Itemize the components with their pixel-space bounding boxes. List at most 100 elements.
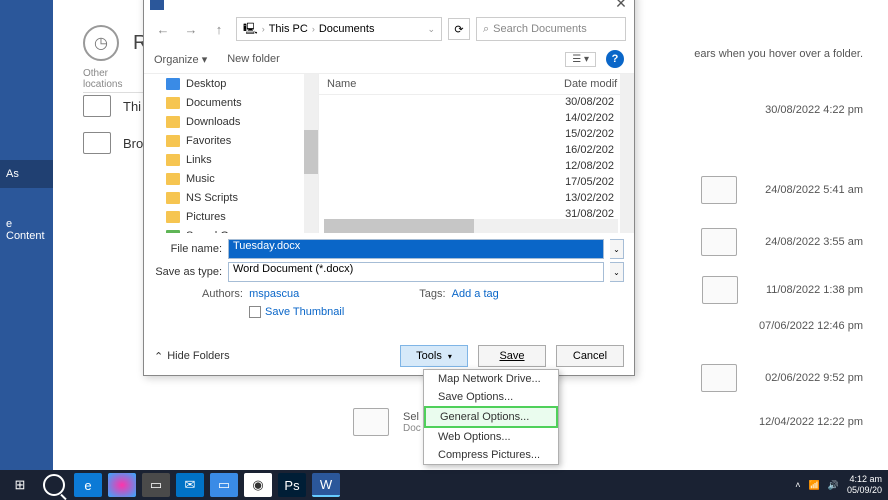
other-locations-label: Other locations xyxy=(83,68,143,93)
doc-icon xyxy=(353,408,389,436)
taskbar-clock[interactable]: 4:12 am 05/09/20 xyxy=(847,474,882,496)
hide-folders-button[interactable]: ⌃Hide Folders xyxy=(154,350,230,363)
nav-save-as[interactable]: As xyxy=(0,160,53,188)
file-list[interactable]: Name Date modif 30/08/202 14/02/202 15/0… xyxy=(319,74,634,233)
menu-general-options[interactable]: General Options... xyxy=(424,406,558,428)
location-label: Thi xyxy=(123,99,141,114)
taskbar: ⊞ e ▭ ✉ ▭ ◉ Ps W ˄ 📶 🔊 4:12 am 05/09/20 xyxy=(0,470,888,500)
recent-file[interactable]: 30/08/2022 4:22 pm xyxy=(765,104,863,116)
tree-item[interactable]: Favorites xyxy=(144,131,318,150)
list-row[interactable]: 13/02/202 xyxy=(319,191,634,207)
search-icon xyxy=(43,474,65,496)
tree-item[interactable]: Music xyxy=(144,169,318,188)
edge-icon[interactable]: e xyxy=(74,473,102,497)
tray-chevron-icon[interactable]: ˄ xyxy=(795,480,800,490)
explorer-icon[interactable]: ▭ xyxy=(142,473,170,497)
v-scrollbar[interactable] xyxy=(620,74,634,233)
nav-fwd[interactable]: → xyxy=(180,18,202,40)
tree-item[interactable]: Saved Games xyxy=(144,226,318,233)
help-button[interactable]: ? xyxy=(606,50,624,68)
tree-item[interactable]: Pictures xyxy=(144,207,318,226)
tree-scroll-thumb[interactable] xyxy=(304,130,318,174)
h-scrollbar[interactable] xyxy=(324,219,618,233)
view-button[interactable]: ☰ ▾ xyxy=(565,52,596,67)
recent-file[interactable]: 11/08/2022 1:38 pm xyxy=(702,276,863,304)
breadcrumb-segment[interactable]: This PC xyxy=(269,23,308,35)
nav-content[interactable]: e Content xyxy=(0,210,53,250)
nav-back[interactable]: ← xyxy=(152,18,174,40)
list-row[interactable]: 17/05/202 xyxy=(319,175,634,191)
folder-tree[interactable]: Desktop Documents Downloads Favorites Li… xyxy=(144,74,319,233)
organize-button[interactable]: Organize ▾ xyxy=(154,53,207,66)
authors-label: Authors: xyxy=(202,288,243,300)
tree-item[interactable]: Links xyxy=(144,150,318,169)
chevron-down-icon[interactable]: ⌄ xyxy=(427,24,435,35)
save-thumbnail-checkbox[interactable] xyxy=(249,306,261,318)
pc-icon: 🖳 xyxy=(243,20,258,39)
breadcrumb-segment[interactable]: Documents xyxy=(319,23,375,35)
start-button[interactable]: ⊞ xyxy=(6,473,34,497)
pc-icon xyxy=(83,95,111,117)
save-as-dialog: ✕ ← → ↑ 🖳 › This PC › Documents ⌄ ⟳ ⌕ Se… xyxy=(143,0,635,376)
doc-icon xyxy=(702,276,738,304)
word-icon[interactable]: W xyxy=(312,473,340,497)
menu-map-network[interactable]: Map Network Drive... xyxy=(424,370,558,388)
recent-file[interactable]: 07/06/2022 12:46 pm xyxy=(759,320,863,332)
list-row[interactable]: 16/02/202 xyxy=(319,143,634,159)
col-date[interactable]: Date modif xyxy=(564,78,626,90)
menu-save-options[interactable]: Save Options... xyxy=(424,388,558,406)
menu-web-options[interactable]: Web Options... xyxy=(424,428,558,446)
recent-file[interactable]: 24/08/2022 5:41 am xyxy=(701,176,863,204)
app-icon[interactable] xyxy=(108,473,136,497)
location-label: Bro xyxy=(123,136,143,151)
clock-icon: ◷ xyxy=(83,25,119,61)
chrome-icon[interactable]: ◉ xyxy=(244,473,272,497)
hover-tooltip-text: ears when you hover over a folder. xyxy=(694,48,863,60)
chevron-up-icon: ⌃ xyxy=(154,350,163,363)
list-row[interactable]: 15/02/202 xyxy=(319,127,634,143)
tags-value[interactable]: Add a tag xyxy=(452,288,499,300)
search-taskbar[interactable] xyxy=(40,473,68,497)
tools-button[interactable]: Tools xyxy=(400,345,468,367)
recent-file[interactable]: 02/06/2022 9:52 pm xyxy=(701,364,863,392)
filename-dropdown[interactable]: ⌄ xyxy=(610,239,624,259)
menu-compress-pictures[interactable]: Compress Pictures... xyxy=(424,446,558,464)
volume-icon[interactable]: 🔊 xyxy=(828,480,839,491)
location-thispc[interactable]: Thi xyxy=(83,95,141,117)
list-row[interactable]: 14/02/202 xyxy=(319,111,634,127)
recent-file[interactable]: 24/08/2022 3:55 am xyxy=(701,228,863,256)
tags-label: Tags: xyxy=(419,288,445,300)
tree-item[interactable]: Downloads xyxy=(144,112,318,131)
filename-input[interactable]: Tuesday.docx xyxy=(228,239,604,259)
savetype-select[interactable]: Word Document (*.docx) xyxy=(228,262,604,282)
nav-up[interactable]: ↑ xyxy=(208,18,230,40)
col-name[interactable]: Name xyxy=(327,78,564,90)
search-input[interactable]: ⌕ Search Documents xyxy=(476,17,626,41)
filename-label: File name: xyxy=(154,243,222,255)
photoshop-icon[interactable]: Ps xyxy=(278,473,306,497)
list-row[interactable]: 12/08/202 xyxy=(319,159,634,175)
cancel-button[interactable]: Cancel xyxy=(556,345,624,367)
authors-value[interactable]: mspascua xyxy=(249,288,299,300)
search-icon: ⌕ xyxy=(483,23,489,36)
save-thumbnail-label: Save Thumbnail xyxy=(265,306,344,318)
h-scroll-thumb[interactable] xyxy=(324,219,474,233)
savetype-label: Save as type: xyxy=(154,266,222,278)
close-button[interactable]: ✕ xyxy=(614,0,628,12)
path-breadcrumb[interactable]: 🖳 › This PC › Documents ⌄ xyxy=(236,17,442,41)
tree-item[interactable]: Desktop xyxy=(144,74,318,93)
tree-item[interactable]: NS Scripts xyxy=(144,188,318,207)
wifi-icon[interactable]: 📶 xyxy=(809,480,820,491)
new-folder-button[interactable]: New folder xyxy=(227,53,280,65)
refresh-button[interactable]: ⟳ xyxy=(448,18,470,40)
location-browse[interactable]: Bro xyxy=(83,132,143,154)
app-icon[interactable]: ▭ xyxy=(210,473,238,497)
list-row[interactable]: 30/08/202 xyxy=(319,95,634,111)
folder-icon xyxy=(83,132,111,154)
save-button[interactable]: Save xyxy=(478,345,546,367)
savetype-dropdown[interactable]: ⌄ xyxy=(610,262,624,282)
doc-icon xyxy=(701,176,737,204)
outlook-icon[interactable]: ✉ xyxy=(176,473,204,497)
tree-item[interactable]: Documents xyxy=(144,93,318,112)
doc-icon xyxy=(701,228,737,256)
